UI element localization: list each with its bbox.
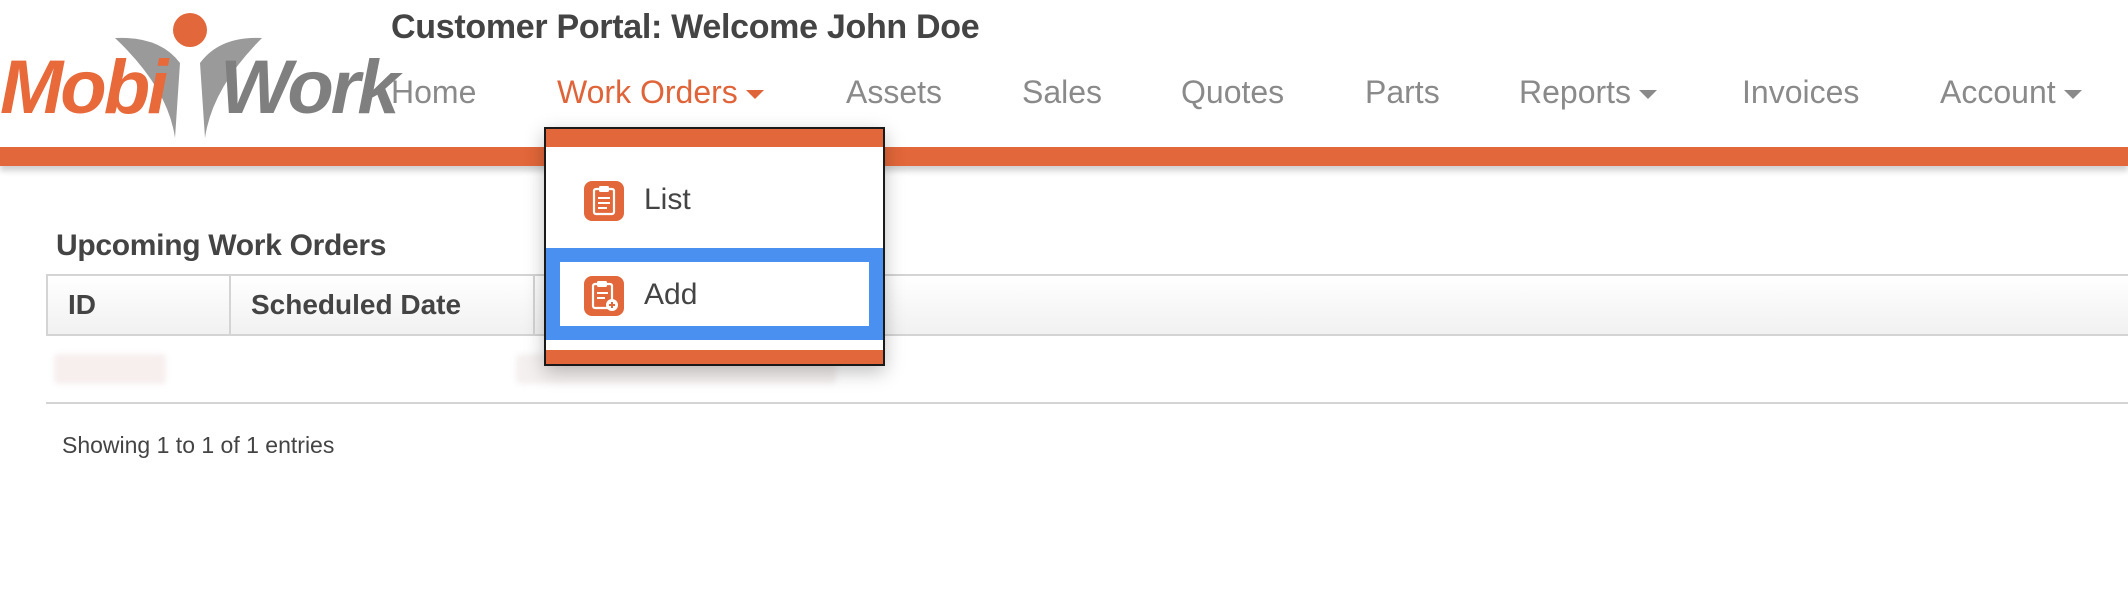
nav-item-label: Home [391, 74, 477, 110]
nav-item-invoices[interactable]: Invoices [1742, 70, 1859, 114]
nav-item-home[interactable]: Home [391, 70, 476, 114]
redacted-cell [54, 354, 166, 384]
dropdown-bottom-bar [546, 350, 883, 364]
section-title: Upcoming Work Orders [56, 229, 387, 262]
nav-item-label: Account [1940, 74, 2056, 110]
dropdown-item-label: Add [644, 278, 698, 311]
entries-info: Showing 1 to 1 of 1 entries [62, 432, 335, 458]
nav-item-reports[interactable]: Reports [1519, 70, 1658, 114]
nav-item-work-orders[interactable]: Work Orders [557, 70, 764, 114]
nav-item-label: Assets [846, 74, 943, 110]
column-header-id[interactable]: ID [48, 276, 231, 334]
caret-down-icon [2063, 90, 2082, 100]
page-title: Customer Portal: Welcome John Doe [391, 8, 980, 46]
nav-item-label: Work Orders [557, 74, 738, 110]
column-header-scheduled-date[interactable]: Scheduled Date [231, 276, 535, 334]
table-row[interactable] [46, 336, 2128, 404]
dropdown-top-bar [546, 129, 883, 147]
table-header: ID Scheduled Date [46, 274, 2128, 336]
caret-down-icon [745, 90, 764, 100]
work-orders-dropdown: List Add [544, 127, 885, 366]
nav-item-label: Parts [1365, 74, 1440, 110]
caret-down-icon [1639, 90, 1658, 100]
dropdown-item-add[interactable]: Add [546, 248, 883, 340]
dropdown-item-list[interactable]: List [546, 147, 883, 243]
nav-item-quotes[interactable]: Quotes [1181, 70, 1284, 114]
nav-item-sales[interactable]: Sales [1022, 70, 1102, 114]
nav-item-assets[interactable]: Assets [846, 70, 942, 114]
main-nav: Home Work Orders Assets Sales Quotes Par… [0, 70, 2128, 114]
dropdown-item-add-inner: Add [560, 262, 869, 326]
clipboard-list-icon [584, 181, 624, 221]
nav-item-account[interactable]: Account [1940, 70, 2082, 114]
header-divider-bar [0, 147, 2128, 166]
nav-item-label: Invoices [1742, 74, 1860, 110]
dropdown-item-label: List [644, 183, 691, 216]
clipboard-add-icon [584, 276, 624, 316]
nav-item-parts[interactable]: Parts [1365, 70, 1440, 114]
work-orders-table: ID Scheduled Date [46, 274, 2128, 404]
nav-item-label: Quotes [1181, 74, 1285, 110]
nav-item-label: Reports [1519, 74, 1632, 110]
nav-item-label: Sales [1022, 74, 1103, 110]
